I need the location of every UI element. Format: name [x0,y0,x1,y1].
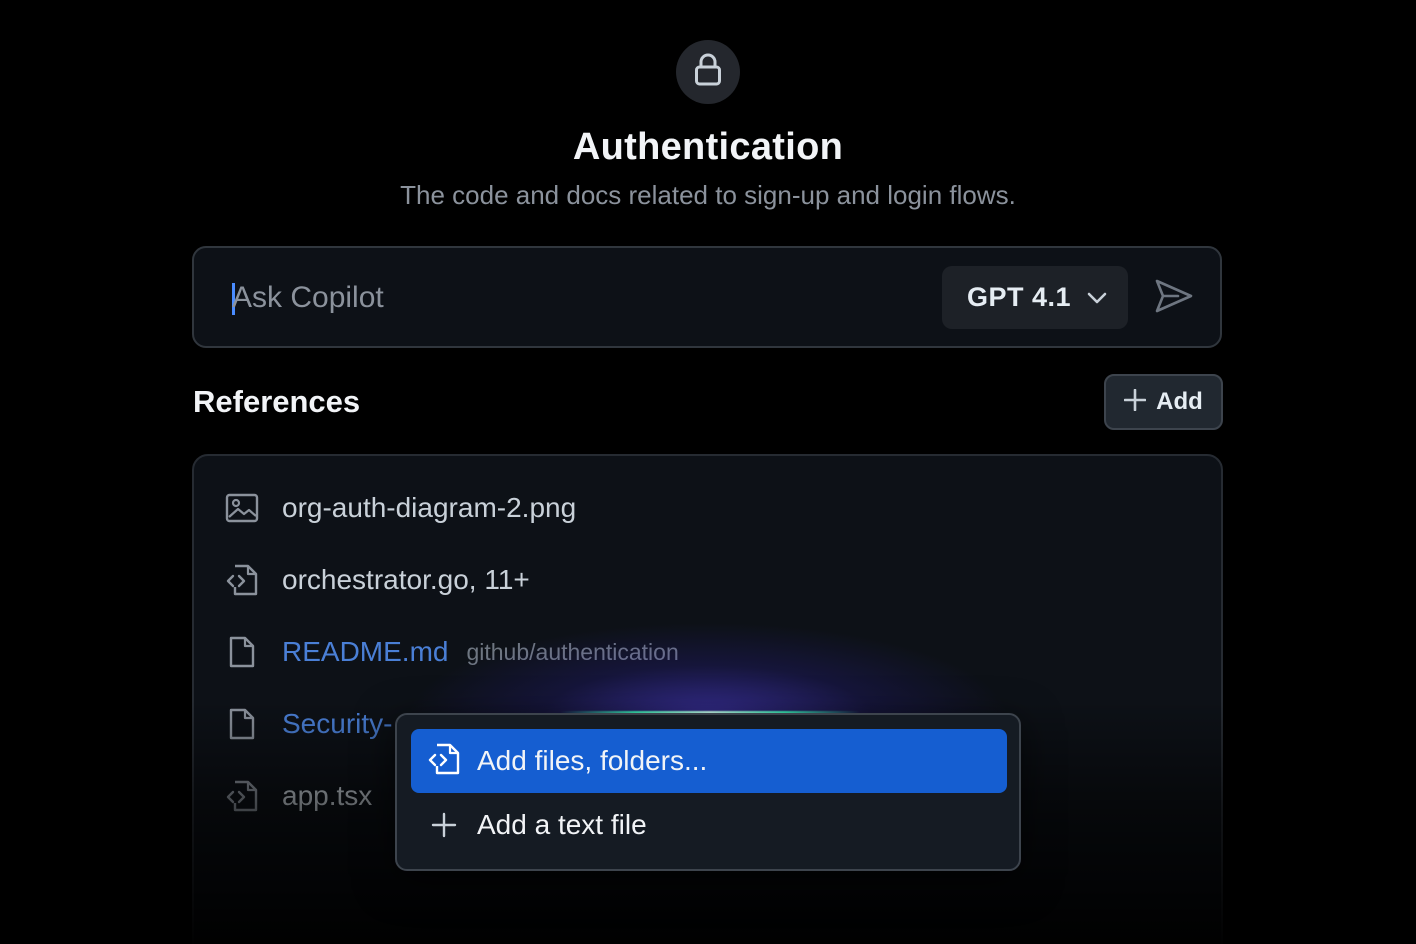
code-file-icon [222,560,262,600]
image-icon [222,488,262,528]
reference-name: README.md [282,636,449,667]
page-title: Authentication [572,126,844,168]
send-icon [1154,278,1194,319]
reference-path: github/authentication [466,638,679,665]
page-subtitle: The code and docs related to sign-up and… [400,180,1016,210]
reference-item-diagram[interactable]: org-auth-diagram-2.png [222,483,576,533]
reference-item-security[interactable]: Security- [222,699,392,749]
plus-icon [427,812,461,838]
add-reference-button[interactable]: Add [1104,374,1223,430]
lock-icon [693,53,723,92]
add-button-label: Add [1156,388,1203,415]
reference-name: Security- [282,708,393,739]
model-label: GPT 4.1 [967,282,1072,312]
add-reference-menu: Add files, folders... Add a text file [395,713,1021,871]
send-button[interactable] [1152,278,1196,318]
copilot-space-page: Authentication The code and docs related… [0,0,1416,944]
code-file-icon [222,776,262,816]
menu-item-label: Add files, folders... [477,745,708,776]
reference-name: org-auth-diagram-2.png [282,492,577,523]
reference-item-app[interactable]: app.tsx [222,771,372,821]
file-icon [222,704,262,744]
reference-item-orchestrator[interactable]: orchestrator.go, 11+ [222,555,530,605]
code-file-icon [427,742,461,781]
menu-item-add-text-file[interactable]: Add a text file [411,793,1007,857]
plus-icon [1123,388,1147,416]
model-picker-button[interactable]: GPT 4.1 [942,266,1128,329]
menu-item-add-files[interactable]: Add files, folders... [411,729,1007,793]
reference-name: orchestrator.go, 11+ [282,564,530,595]
ask-copilot-input[interactable] [232,274,912,322]
file-icon [222,632,262,672]
menu-item-label: Add a text file [477,809,647,840]
lock-badge [676,40,740,104]
reference-item-readme[interactable]: README.md github/authentication [222,627,679,677]
reference-name: app.tsx [282,780,373,811]
chevron-down-icon [1087,292,1107,304]
references-heading: References [193,384,361,419]
ask-copilot-box: GPT 4.1 [192,246,1222,348]
